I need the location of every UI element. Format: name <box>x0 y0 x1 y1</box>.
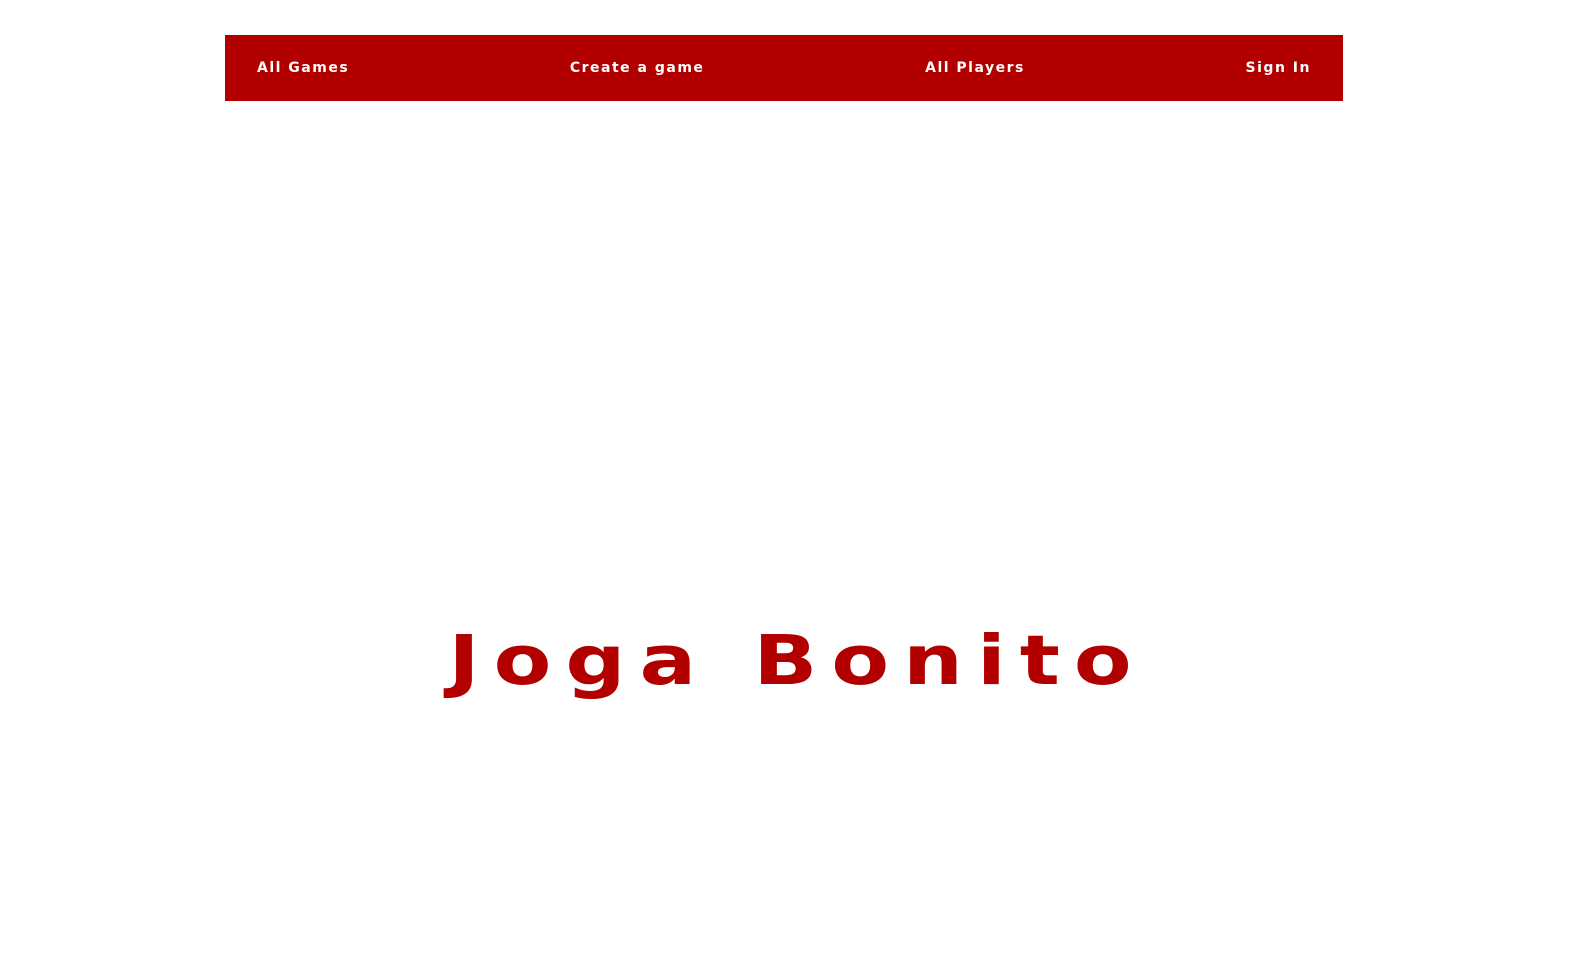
nav-all-games-link[interactable]: All Games <box>257 60 349 76</box>
nav-create-game-link[interactable]: Create a game <box>570 60 705 76</box>
hero-title: Joga Bonito <box>448 619 1146 701</box>
nav-all-players-link[interactable]: All Players <box>925 60 1025 76</box>
nav-sign-in-link[interactable]: Sign In <box>1246 60 1311 76</box>
hero-section: Joga Bonito <box>0 600 1594 720</box>
page: All Games Create a game All Players Sign… <box>0 0 1594 960</box>
top-navbar: All Games Create a game All Players Sign… <box>225 35 1343 101</box>
